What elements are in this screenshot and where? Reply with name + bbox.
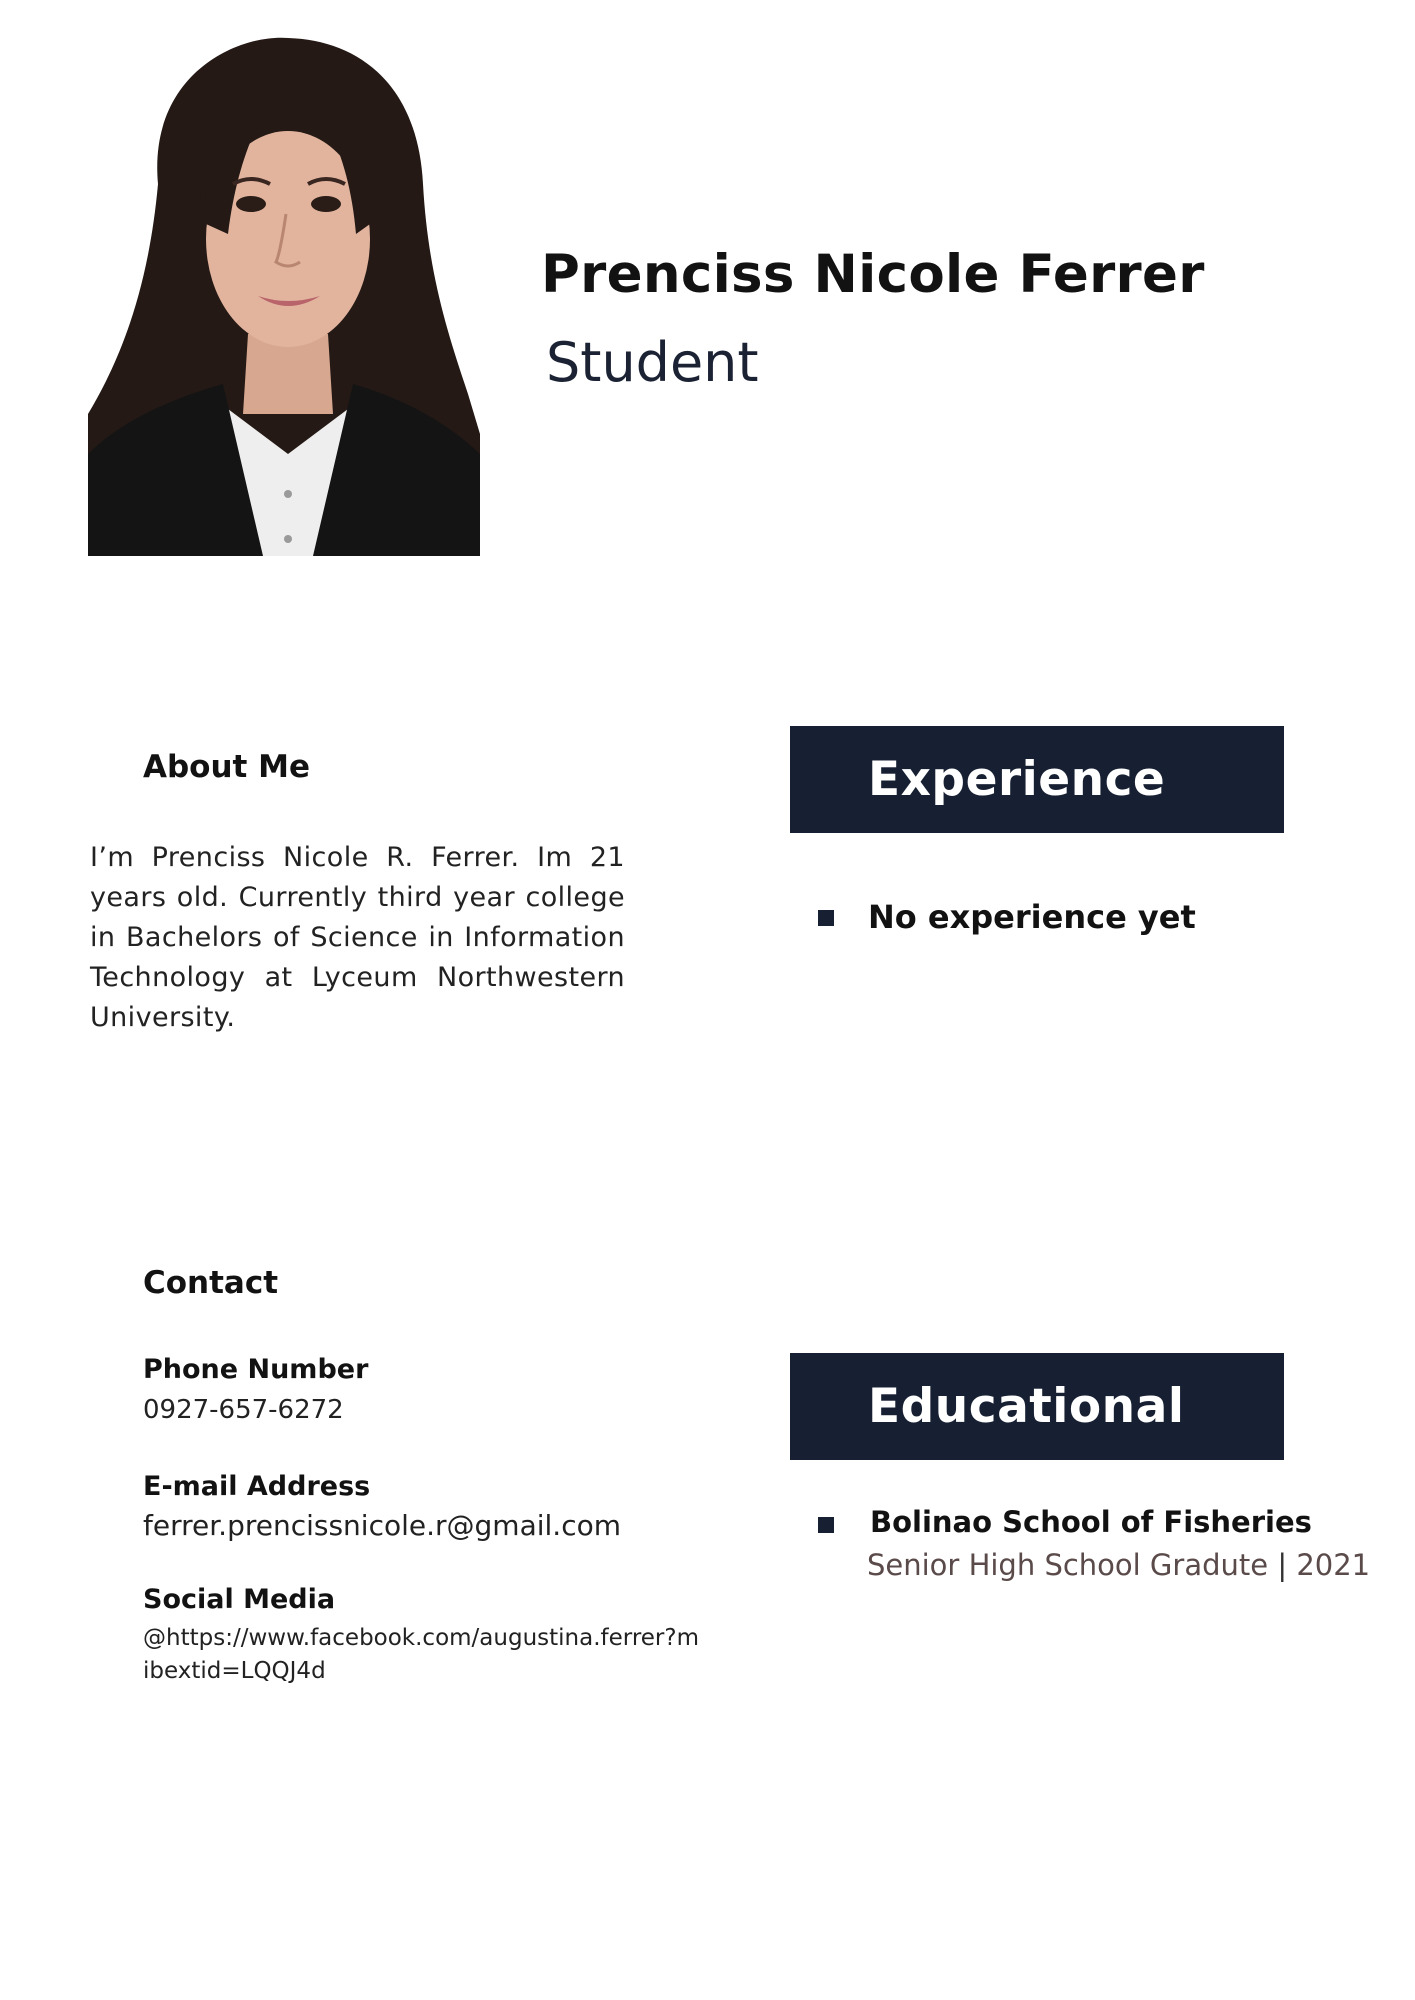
phone-value: 0927-657-6272 (143, 1395, 344, 1425)
education-year: 2021 (1296, 1548, 1371, 1582)
about-text: I’m Prenciss Nicole R. Ferrer. Im 21 yea… (90, 842, 625, 1033)
education-title: Educational (868, 1379, 1185, 1434)
candidate-name: Prenciss Nicole Ferrer (541, 244, 1205, 305)
experience-banner: Experience (790, 726, 1284, 833)
education-level: Senior High School Gradute (867, 1548, 1269, 1582)
education-banner: Educational (790, 1353, 1284, 1460)
email-label: E-mail Address (143, 1471, 371, 1502)
social-link[interactable]: @https://www.facebook.com/augustina.ferr… (143, 1622, 703, 1688)
education-detail: Senior High School Gradute | 2021 (867, 1551, 1370, 1580)
education-school: Bolinao School of Fisheries (870, 1505, 1312, 1539)
phone-label: Phone Number (143, 1354, 369, 1385)
bullet-icon (818, 910, 834, 926)
email-value[interactable]: ferrer.prencissnicole.r@gmail.com (143, 1512, 621, 1540)
candidate-role: Student (546, 331, 759, 394)
experience-item: No experience yet (868, 898, 1196, 936)
contact-title: Contact (143, 1265, 279, 1301)
experience-title: Experience (868, 752, 1166, 807)
education-separator: | (1277, 1548, 1288, 1582)
profile-photo (88, 34, 480, 556)
bullet-icon (818, 1517, 834, 1533)
social-label: Social Media (143, 1584, 336, 1615)
about-title: About Me (143, 749, 311, 785)
